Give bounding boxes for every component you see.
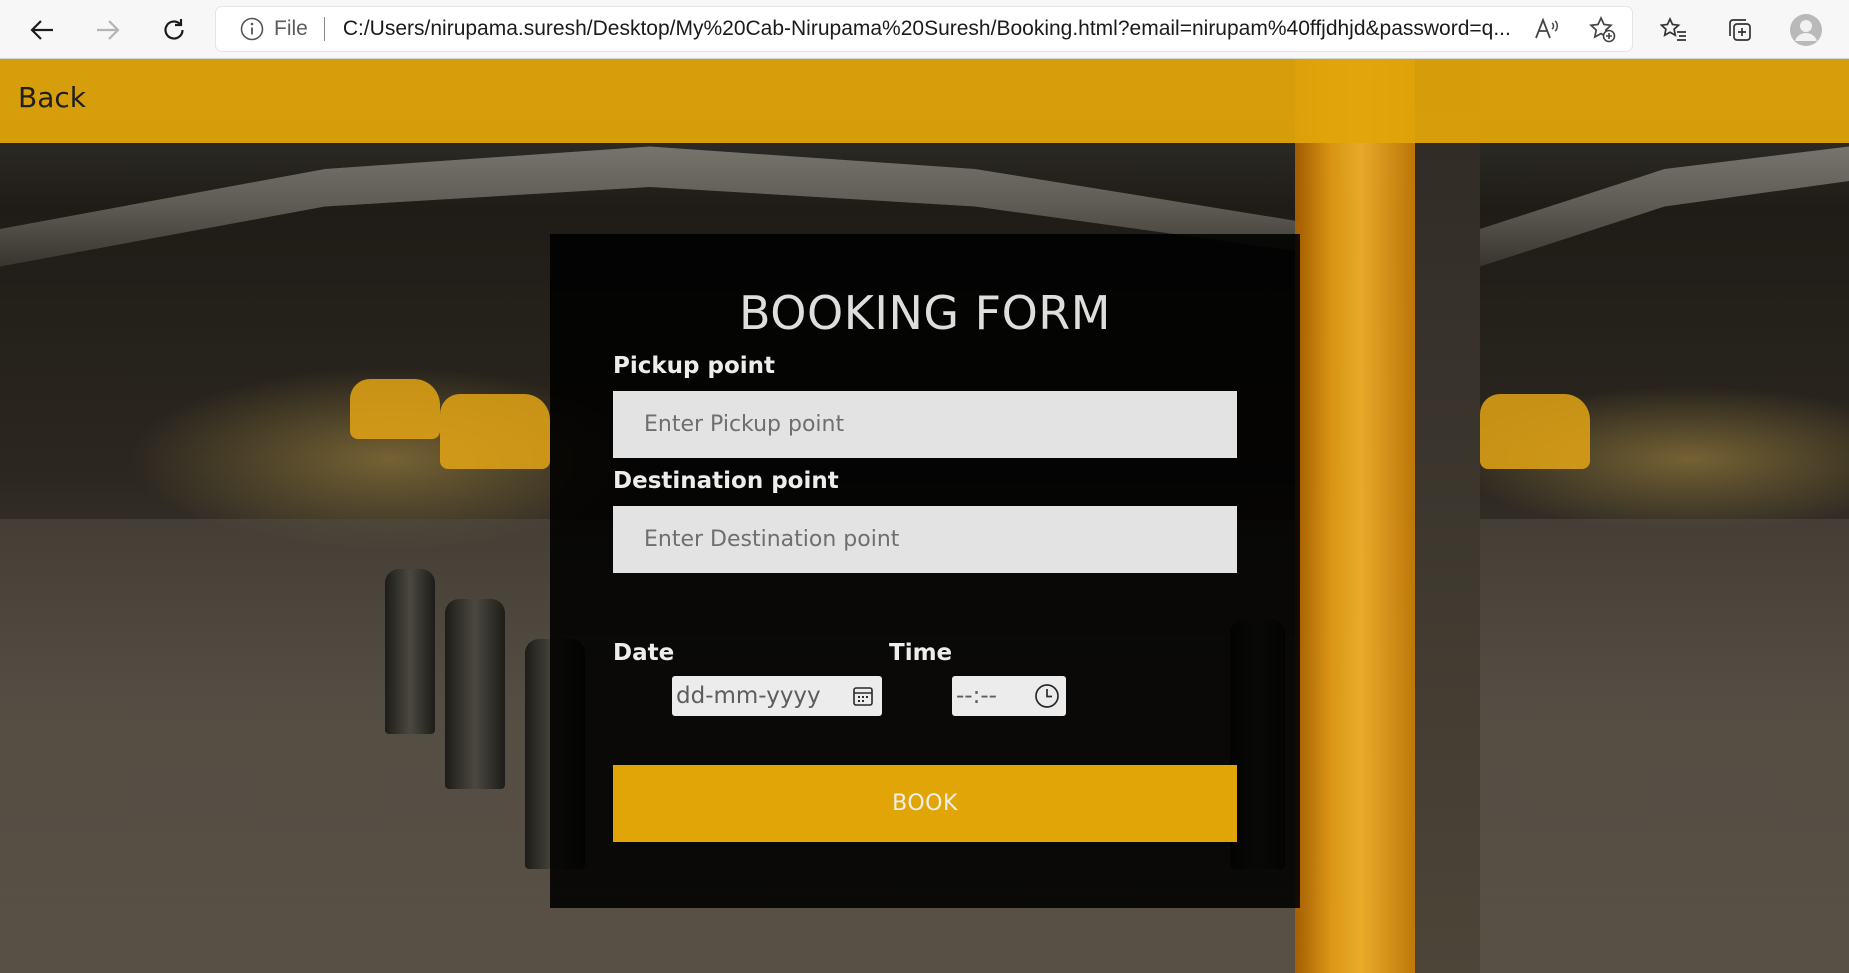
page-viewport: Back BOOKING FORM Pickup point Destinati… (0, 59, 1849, 973)
add-favorite-button[interactable] (1588, 15, 1616, 43)
forward-nav-button[interactable] (86, 8, 130, 52)
read-aloud-icon (1535, 17, 1558, 39)
date-label: Date (613, 640, 675, 666)
profile-avatar-icon (1790, 14, 1822, 46)
date-value: dd-mm-yyyy (676, 683, 821, 709)
pickup-input[interactable] (613, 391, 1237, 458)
background-yellow-pillar (1295, 59, 1415, 973)
time-label: Time (889, 640, 953, 666)
background-divider (1415, 59, 1480, 973)
destination-input[interactable] (613, 506, 1237, 573)
address-bar[interactable]: File C:/Users/nirupama.suresh/Desktop/My… (216, 7, 1632, 51)
info-icon (240, 17, 264, 41)
pickup-label: Pickup point (613, 353, 776, 379)
header-bar: Back (0, 59, 1849, 143)
favorites-list-icon (1660, 16, 1686, 41)
background-arch-right (1480, 146, 1849, 267)
url-text[interactable]: C:/Users/nirupama.suresh/Desktop/My%20Ca… (343, 17, 1523, 41)
site-info-button[interactable]: File (240, 17, 308, 41)
background-bollard (445, 599, 505, 789)
form-title: BOOKING FORM (739, 286, 1111, 340)
address-prefix: File (274, 17, 308, 40)
address-separator (323, 17, 325, 41)
time-value: --:-- (956, 683, 997, 709)
back-link[interactable]: Back (18, 81, 86, 114)
refresh-icon (164, 19, 184, 40)
collections-button[interactable] (1718, 8, 1762, 52)
time-input[interactable]: --:-- (952, 676, 1066, 716)
star-plus-icon (1589, 15, 1616, 43)
back-nav-button[interactable] (20, 8, 64, 52)
profile-button[interactable] (1784, 8, 1828, 52)
browser-toolbar: File C:/Users/nirupama.suresh/Desktop/My… (0, 0, 1849, 59)
book-button[interactable]: BOOK (613, 765, 1237, 842)
favorites-button[interactable] (1652, 8, 1696, 52)
collections-icon (1729, 19, 1751, 41)
date-input[interactable]: dd-mm-yyyy (672, 676, 882, 716)
arrow-right-icon (97, 20, 120, 40)
background-taxi (440, 394, 550, 469)
background-bollard (385, 569, 435, 734)
calendar-icon[interactable] (850, 683, 876, 709)
read-aloud-button[interactable] (1532, 15, 1560, 43)
background-taxi (350, 379, 440, 439)
destination-label: Destination point (613, 468, 839, 494)
arrow-left-icon (30, 20, 53, 40)
background-taxi (1480, 394, 1590, 469)
clock-icon[interactable] (1034, 683, 1060, 709)
booking-form: BOOKING FORM Pickup point Destination po… (550, 234, 1300, 908)
refresh-button[interactable] (152, 8, 196, 52)
